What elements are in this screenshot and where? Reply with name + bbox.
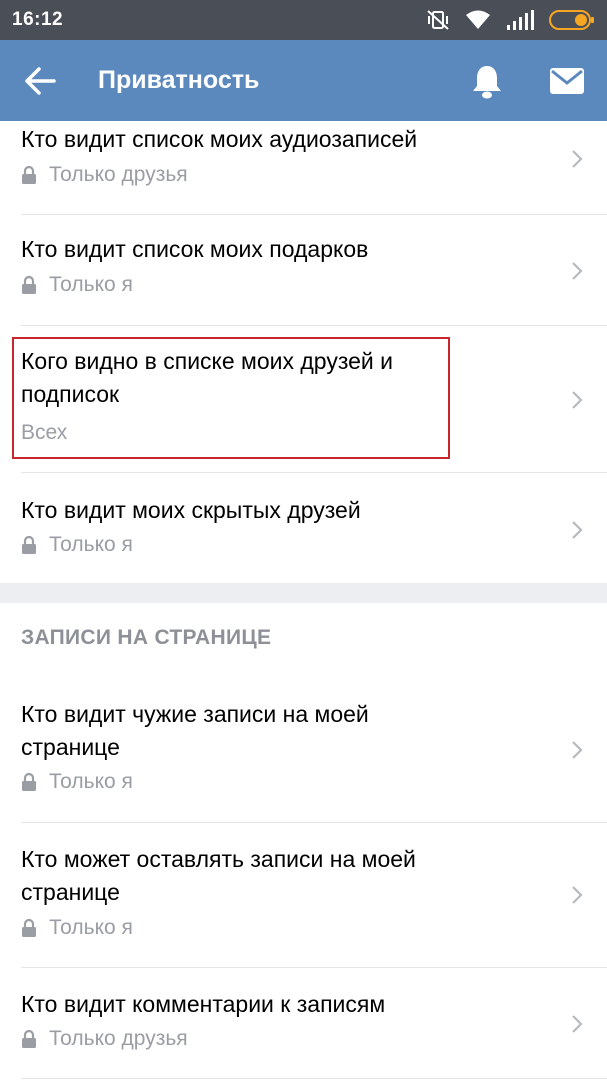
setting-value-text: Только я (49, 533, 133, 556)
chevron-right-icon (572, 521, 583, 539)
setting-value-text: Только друзья (49, 1027, 188, 1050)
setting-row-gifts[interactable]: Кто видит список моих подарков Только я (0, 215, 607, 325)
setting-row-audio[interactable]: Кто видит список моих аудиозаписей Тольк… (0, 121, 607, 214)
highlight-frame (12, 337, 450, 459)
chevron-right-icon (572, 150, 583, 168)
setting-value: Только друзья (21, 1025, 188, 1053)
battery-icon (549, 9, 595, 31)
setting-title: Кто может оставлять записи на моей стран… (21, 846, 416, 905)
back-button[interactable] (0, 40, 80, 121)
vibrate-off-icon (425, 8, 451, 32)
bell-icon (473, 65, 501, 98)
setting-value: Только я (21, 271, 133, 299)
app-bar: Приватность (0, 40, 607, 121)
setting-title: Кто видит моих скрытых друзей (21, 497, 361, 523)
notifications-button[interactable] (447, 40, 527, 121)
setting-title: Кто видит список моих подарков (21, 236, 369, 262)
status-time: 16:12 (12, 9, 64, 30)
chevron-right-icon (572, 262, 583, 280)
setting-title: Кто видит чужие записи на моей странице (21, 701, 369, 760)
lock-icon (22, 535, 36, 554)
lock-icon (22, 1029, 36, 1048)
setting-value: Только я (21, 914, 133, 942)
setting-value-text: Только я (49, 273, 133, 296)
mail-icon (550, 67, 584, 94)
setting-row-hidden-friends[interactable]: Кто видит моих скрытых друзей Только я (0, 473, 607, 583)
section-separator (0, 583, 607, 603)
chevron-right-icon (572, 886, 583, 904)
divider (21, 1078, 607, 1079)
setting-value: Только друзья (21, 161, 188, 189)
status-icons (425, 8, 595, 32)
wifi-icon (465, 9, 491, 31)
lock-icon (22, 165, 36, 184)
setting-row-others-posts[interactable]: Кто видит чужие записи на моей странице … (0, 687, 607, 822)
setting-title: Кто видит список моих аудиозаписей (21, 126, 418, 152)
setting-value-text: Только друзья (49, 163, 188, 186)
setting-value: Только я (21, 768, 133, 796)
app-bar-actions (447, 40, 607, 121)
setting-value-text: Только я (49, 916, 133, 939)
setting-row-comments[interactable]: Кто видит комментарии к записям Только д… (0, 968, 607, 1078)
page-title: Приватность (98, 66, 260, 94)
signal-icon (505, 9, 535, 31)
privacy-settings-list: Кто видит список моих аудиозаписей Тольк… (0, 121, 607, 1080)
section-header-posts: ЗАПИСИ НА СТРАНИЦЕ (21, 626, 272, 649)
lock-icon (22, 918, 36, 937)
chevron-right-icon (572, 391, 583, 409)
status-bar: 16:12 (0, 0, 607, 40)
setting-value: Только я (21, 531, 133, 559)
setting-value-text: Только я (49, 770, 133, 793)
setting-title: Кто видит комментарии к записям (21, 991, 386, 1017)
messages-button[interactable] (527, 40, 607, 121)
chevron-right-icon (572, 1015, 583, 1033)
chevron-right-icon (572, 741, 583, 759)
lock-icon (22, 772, 36, 791)
setting-row-who-can-post[interactable]: Кто может оставлять записи на моей стран… (0, 823, 607, 967)
back-arrow-icon (25, 66, 56, 95)
lock-icon (22, 275, 36, 294)
